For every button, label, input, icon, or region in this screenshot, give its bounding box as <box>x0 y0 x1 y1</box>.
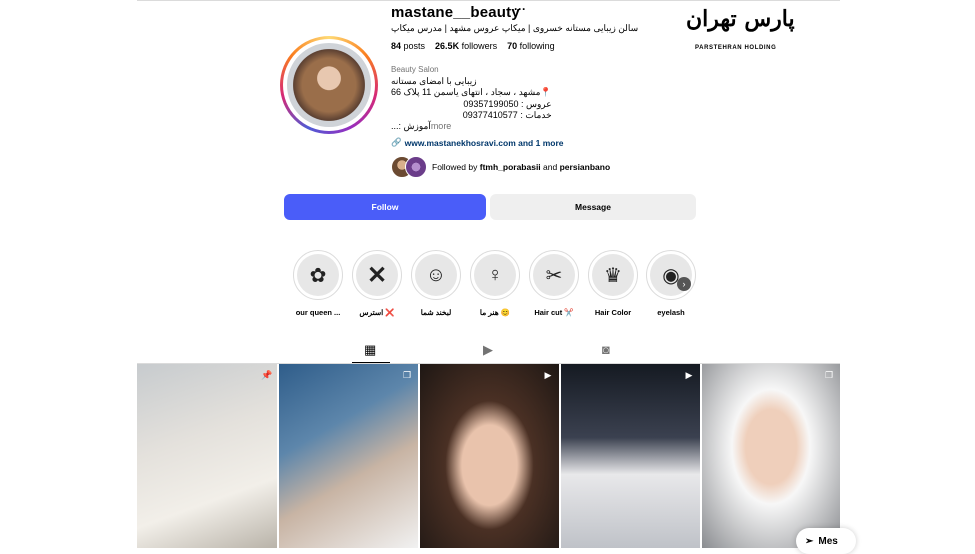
bio-line-last: آموزش :...more <box>391 121 552 132</box>
profile-avatar-ring[interactable] <box>280 36 378 134</box>
pin-icon: 📌 <box>261 370 273 380</box>
highlight-label: هنر ما 😊 <box>479 308 511 317</box>
followed-by-user: persianbano <box>559 162 611 172</box>
highlight-label: استرس ❌ <box>359 308 395 317</box>
post-thumbnail[interactable]: ❐ <box>279 364 418 548</box>
highlight-label: eyelash <box>657 308 685 317</box>
reel-icon: ▶ <box>544 370 552 380</box>
highlight-cover: ♛ <box>588 250 638 300</box>
bio-line: 📍مشهد ، سجاد ، انتهای یاسمن 11 پلاک 66 <box>391 87 552 98</box>
highlight-item[interactable]: ♀ هنر ما 😊 <box>469 250 521 317</box>
tagged-icon: ◙ <box>602 342 610 357</box>
followers-count: 26.5K <box>435 41 460 51</box>
posts-count: 84 <box>391 41 402 51</box>
post-thumbnail[interactable]: ▶ <box>561 364 700 548</box>
tab-tagged[interactable]: ◙ <box>602 342 610 357</box>
link-icon: 🔗 <box>391 137 402 147</box>
bio-more-link[interactable]: more <box>431 121 452 131</box>
floating-message-button[interactable]: ➢ Mes <box>796 528 856 554</box>
tab-reels[interactable]: ▶ <box>483 342 493 358</box>
profile-username: mastane__beauty <box>391 4 520 21</box>
woman-sketch-icon: ♀ <box>474 254 516 296</box>
carousel-icon: ❐ <box>402 370 412 380</box>
send-icon: ➢ <box>805 535 814 547</box>
highlight-cover: ♀ <box>470 250 520 300</box>
bio-line: عروس : 09357199050 <box>463 98 552 109</box>
more-horizontal-icon[interactable]: ··· <box>514 2 526 16</box>
tab-posts[interactable]: ▦ <box>364 342 376 358</box>
avatar-border <box>283 39 375 131</box>
followed-by-text: Followed by ftmh_porabasii and persianba… <box>432 162 610 172</box>
highlight-item[interactable]: ✂ Hair cut ✂️ <box>528 250 580 317</box>
parstehran-logo: پارس تهران PARSTEHRAN HOLDING <box>670 4 800 54</box>
highlight-item[interactable]: ☺ لبخند شما <box>410 250 462 317</box>
post-thumbnail[interactable]: ▶ <box>420 364 559 548</box>
message-button[interactable]: Message <box>490 194 696 220</box>
following-stat[interactable]: 70 following <box>507 41 555 51</box>
bio-line: زیبایی با امضای مستانه <box>391 76 477 86</box>
following-count: 70 <box>507 41 518 51</box>
followers-label: followers <box>461 41 498 51</box>
posts-label: posts <box>403 41 426 51</box>
highlight-item[interactable]: ✿ our queen ... <box>292 250 344 317</box>
followed-by-user: ftmh_porabasii <box>479 162 541 172</box>
scissors-icon: ✂ <box>533 254 575 296</box>
profile-link[interactable]: 🔗 www.mastanekhosravi.com and 1 more <box>391 137 563 148</box>
flowers-icon: ✿ <box>297 254 339 296</box>
highlight-cover: ◉ <box>646 250 696 300</box>
profile-bio: زیبایی با امضای مستانه 📍مشهد ، سجاد ، انت… <box>391 76 552 132</box>
smile-sketch-icon: ☺ <box>415 254 457 296</box>
followed-by-prefix: Followed by <box>432 162 478 172</box>
profile-category: Beauty Salon <box>391 65 439 74</box>
highlight-cover: ✿ <box>293 250 343 300</box>
posts-stat: 84 posts <box>391 41 425 51</box>
followed-by[interactable]: Followed by ftmh_porabasii and persianba… <box>391 156 610 178</box>
highlight-cover: ✕ <box>352 250 402 300</box>
highlight-label: Hair cut ✂️ <box>534 308 574 317</box>
chevron-right-icon[interactable]: › <box>677 277 691 291</box>
bio-line: آموزش :... <box>391 121 431 132</box>
grid-icon: ▦ <box>364 342 377 357</box>
avatar[interactable] <box>287 43 371 127</box>
post-thumbnail[interactable]: ❐ <box>702 364 840 548</box>
profile-stats: 84 posts 26.5K followers 70 following <box>391 41 555 51</box>
post-thumbnail[interactable]: 📌 <box>137 364 277 548</box>
reel-icon: ▶ <box>685 370 693 380</box>
carousel-icon: ❐ <box>824 370 834 380</box>
profile-link-text: www.mastanekhosravi.com and 1 more <box>404 137 564 148</box>
followed-by-avatars <box>391 156 427 178</box>
highlight-cover: ☺ <box>411 250 461 300</box>
highlight-item[interactable]: ♛ Hair Color <box>587 250 639 317</box>
floating-message-label: Mes <box>818 535 838 547</box>
logo-script-text: پارس تهران <box>686 6 795 32</box>
highlight-label: Hair Color <box>594 308 632 317</box>
following-label: following <box>519 41 555 51</box>
highlight-label: our queen ... <box>295 308 341 317</box>
followers-stat[interactable]: 26.5K followers <box>435 41 497 51</box>
highlight-cover: ✂ <box>529 250 579 300</box>
highlight-item[interactable]: ✕ استرس ❌ <box>351 250 403 317</box>
followed-by-and: and <box>543 162 558 172</box>
woman-profile-icon: ♛ <box>592 254 634 296</box>
profile-subtitle: سالن زیبایی مستانه خسروی | میکاپ عروس مش… <box>391 23 639 33</box>
logo-sub-text: PARSTEHRAN HOLDING <box>695 45 777 51</box>
bio-line: خدمات : 09377410577 <box>462 109 552 120</box>
highlight-label: لبخند شما <box>420 308 452 317</box>
reels-icon: ▶ <box>483 342 493 357</box>
x-icon: ✕ <box>356 254 398 296</box>
top-divider <box>137 0 840 1</box>
follow-button[interactable]: Follow <box>284 194 486 220</box>
avatar <box>405 156 427 178</box>
